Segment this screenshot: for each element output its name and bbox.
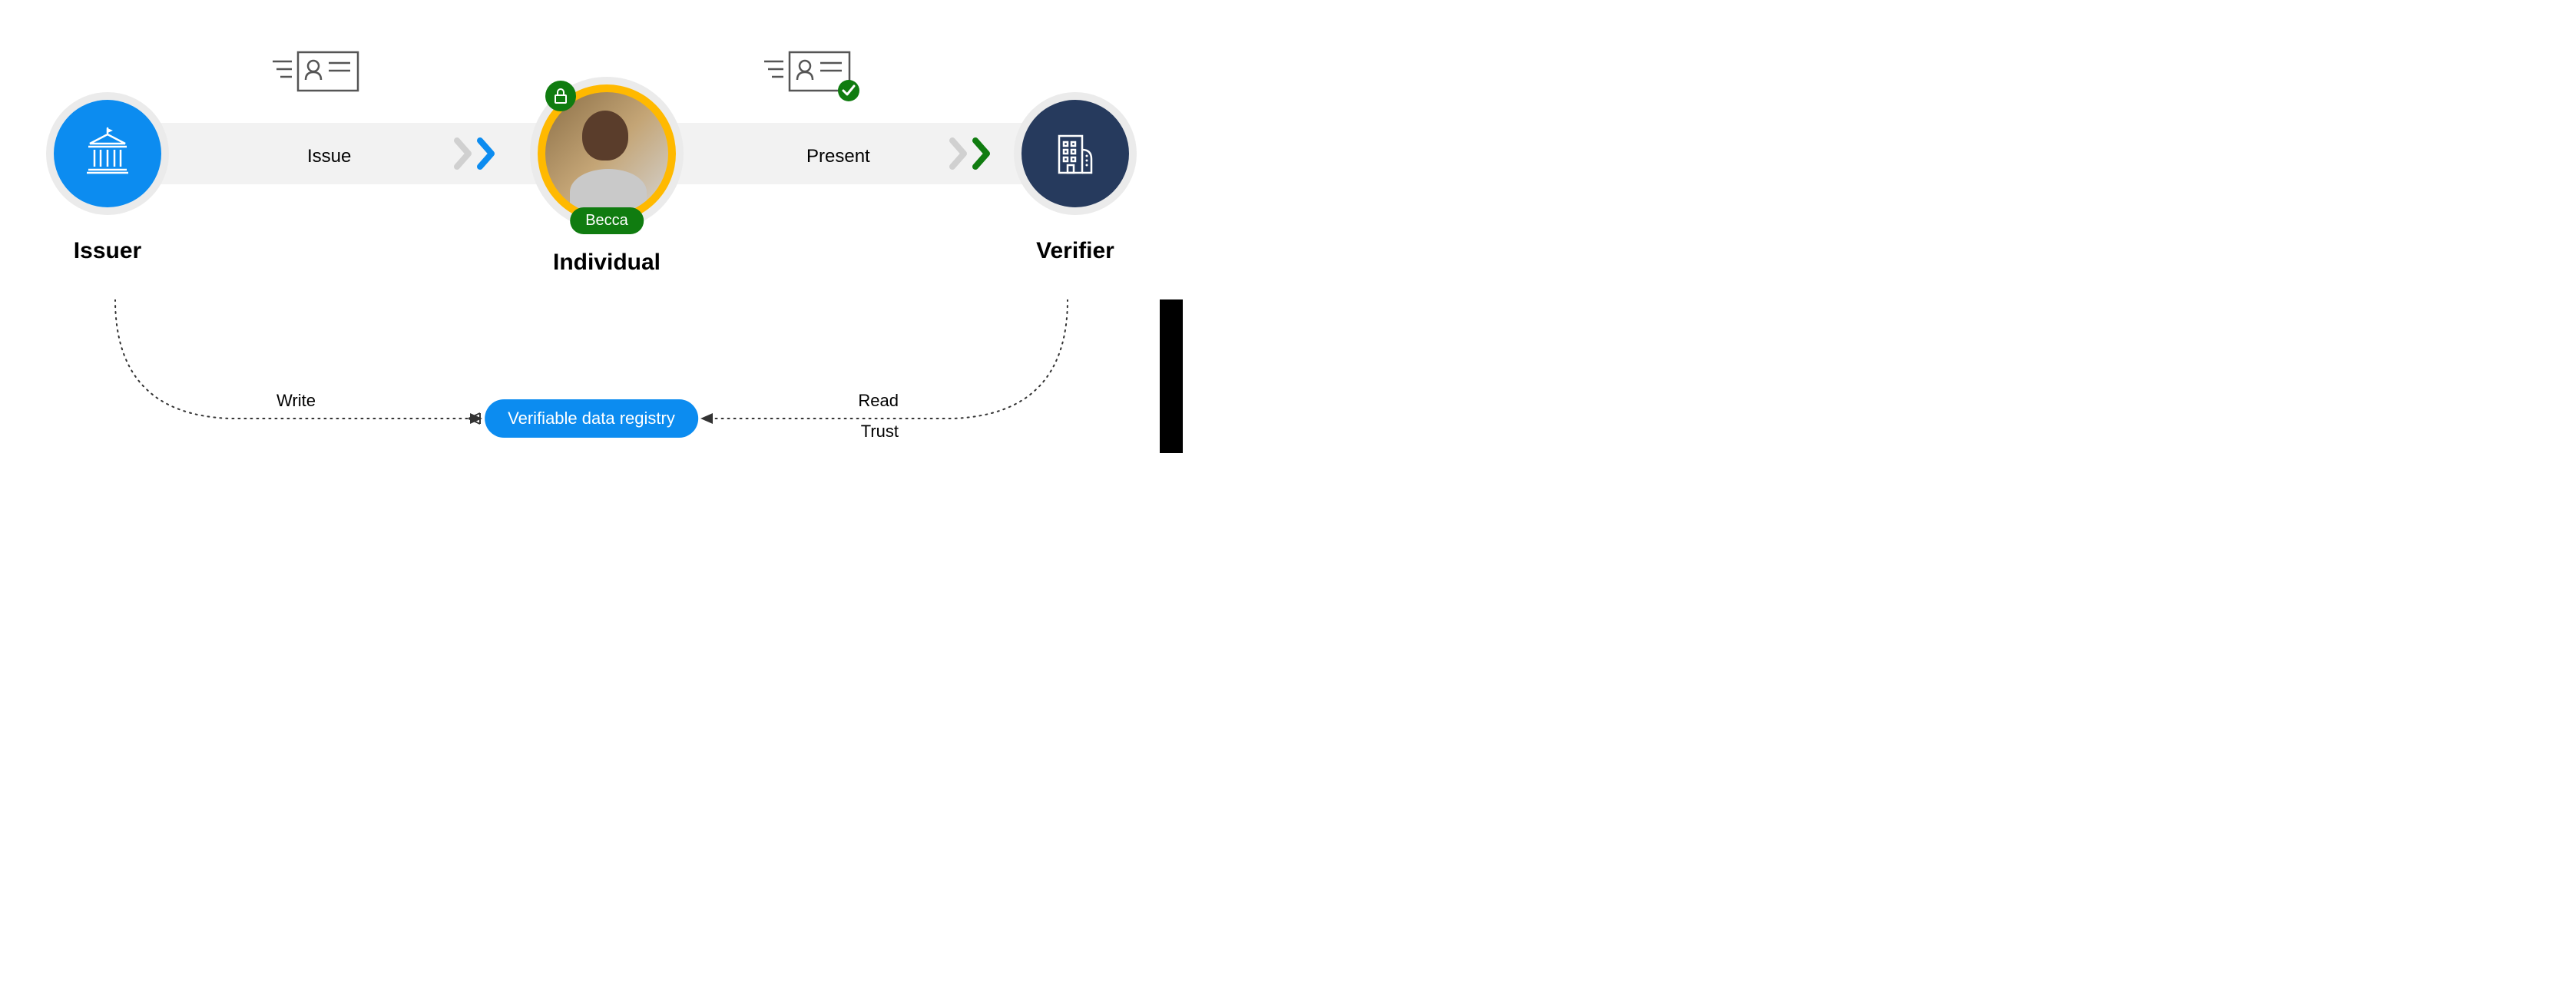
government-building-icon <box>81 127 134 180</box>
individual-label: Individual <box>553 250 661 276</box>
registry-pill: Verifiable data registry <box>485 399 698 438</box>
write-path-label: Write <box>276 391 316 411</box>
trust-path-label: Trust <box>861 422 899 442</box>
issue-chevrons <box>453 134 499 173</box>
individual-entity: Becca Individual <box>530 77 684 276</box>
issue-action-label: Issue <box>307 146 351 167</box>
lock-badge <box>545 81 576 111</box>
verifier-label: Verifier <box>1036 238 1114 264</box>
verifier-circle-outer <box>1014 92 1137 215</box>
present-chevrons <box>949 134 995 173</box>
individual-name-pill: Becca <box>570 207 644 234</box>
issuer-circle-outer <box>46 92 169 215</box>
issuer-label: Issuer <box>74 238 141 264</box>
credential-card-icon <box>269 46 361 104</box>
read-path-label: Read <box>858 391 899 411</box>
chevron-right-green-icon <box>972 134 995 173</box>
avatar-outer: Becca <box>530 77 684 230</box>
chevron-right-grey-icon <box>453 134 476 173</box>
chevron-right-grey-icon <box>949 134 972 173</box>
office-building-icon <box>1048 127 1102 180</box>
chevron-right-blue-icon <box>476 134 499 173</box>
present-action-label: Present <box>806 146 870 167</box>
issuer-circle <box>54 100 161 207</box>
issuer-entity: Issuer <box>46 92 169 264</box>
verifier-entity: Verifier <box>1014 92 1137 264</box>
verifier-circle <box>1021 100 1129 207</box>
lock-icon <box>553 88 568 104</box>
verified-credential-card-icon <box>760 46 860 111</box>
